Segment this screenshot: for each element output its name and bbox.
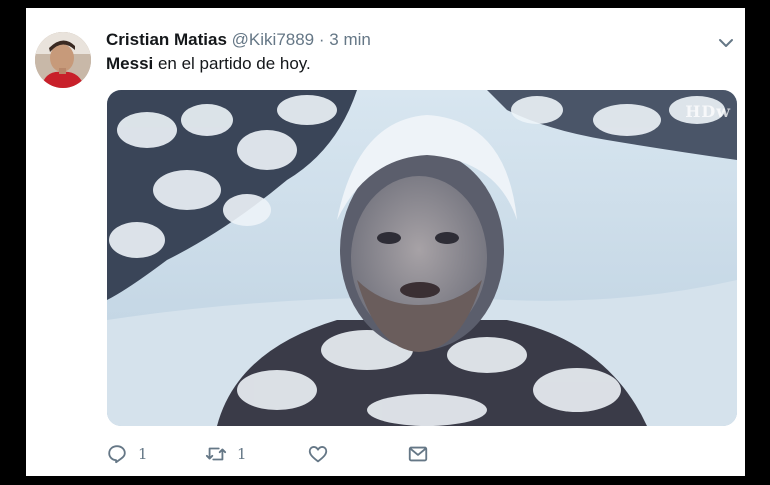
avatar[interactable] <box>35 32 91 88</box>
tweet-text: Messi en el partido de hoy. <box>106 53 311 75</box>
tweet-media[interactable]: HDw <box>107 90 737 426</box>
tweet-header: Cristian Matias @Kiki7889 · 3 min <box>106 30 371 50</box>
retweet-count: 1 <box>237 445 247 463</box>
heart-icon <box>308 446 328 463</box>
chevron-down-icon[interactable] <box>717 36 735 50</box>
avatar-image <box>35 32 91 88</box>
retweet-button[interactable]: 1 <box>205 442 247 466</box>
reply-icon <box>108 445 126 464</box>
tweet-card: Cristian Matias @Kiki7889 · 3 min Messi … <box>26 8 745 476</box>
retweet-icon <box>205 447 227 461</box>
reply-count: 1 <box>138 445 148 463</box>
tweet-text-rest: en el partido de hoy. <box>153 54 311 73</box>
timestamp[interactable]: 3 min <box>329 30 371 49</box>
tweet-text-bold: Messi <box>106 54 154 73</box>
like-button[interactable] <box>307 442 329 466</box>
media-image <box>107 90 737 426</box>
author-handle[interactable]: @Kiki7889 <box>232 30 314 49</box>
media-watermark: HDw <box>685 102 731 121</box>
reply-button[interactable]: 1 <box>106 442 148 466</box>
author-name[interactable]: Cristian Matias <box>106 30 227 49</box>
direct-message-button[interactable] <box>407 442 429 466</box>
envelope-icon <box>408 446 428 462</box>
tweet-actions: 1 1 <box>106 442 706 466</box>
separator-dot: · <box>318 30 325 49</box>
